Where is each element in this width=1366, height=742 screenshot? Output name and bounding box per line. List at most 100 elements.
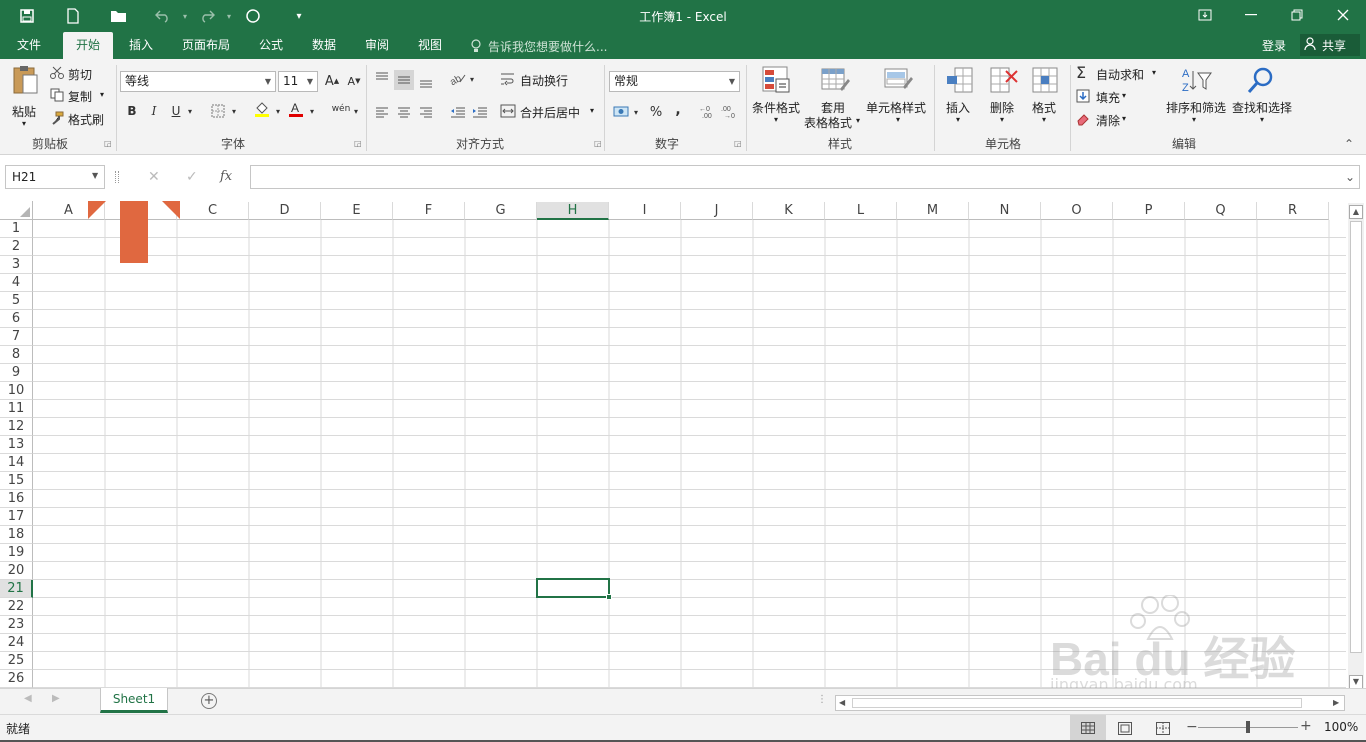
row-header-17[interactable]: 17	[0, 508, 33, 526]
add-sheet-icon[interactable]: +	[201, 693, 217, 709]
currency-icon[interactable]	[612, 102, 632, 122]
column-header-c[interactable]: C	[177, 202, 249, 220]
fill-color-icon[interactable]	[252, 99, 272, 119]
zoom-in-icon[interactable]: +	[1300, 718, 1312, 734]
split-handle-icon[interactable]: ⋮	[817, 694, 827, 705]
align-right-icon[interactable]	[416, 102, 436, 122]
shrink-font-button[interactable]: A ▼	[344, 71, 364, 91]
tab-file[interactable]: 文件	[6, 32, 52, 59]
fill-color-dropdown-icon[interactable]: ▾	[272, 101, 284, 121]
column-header-e[interactable]: E	[321, 202, 393, 220]
vertical-scroll-thumb[interactable]	[1350, 221, 1362, 653]
cancel-icon[interactable]: ✕	[148, 169, 160, 185]
row-header-24[interactable]: 24	[0, 634, 33, 652]
bold-button[interactable]: B	[122, 101, 142, 121]
expand-formula-icon[interactable]: ⌄	[1345, 170, 1355, 184]
merge-center-button[interactable]: 合并后居中 ▾	[500, 102, 600, 122]
row-header-1[interactable]: 1	[0, 220, 33, 238]
row-header-10[interactable]: 10	[0, 382, 33, 400]
sort-filter-button[interactable]: AZ 排序和筛选 ▾	[1164, 63, 1228, 131]
page-break-view-icon[interactable]	[1156, 722, 1170, 738]
page-layout-view-icon[interactable]	[1118, 722, 1132, 738]
row-header-5[interactable]: 5	[0, 292, 33, 310]
row-header-23[interactable]: 23	[0, 616, 33, 634]
align-top-icon[interactable]	[372, 68, 392, 88]
currency-dropdown-icon[interactable]: ▾	[630, 102, 642, 122]
share-button[interactable]: 共享	[1300, 34, 1360, 56]
row-header-2[interactable]: 2	[0, 238, 33, 256]
phonetic-button[interactable]: wén	[330, 99, 352, 119]
check-icon[interactable]: ✓	[186, 169, 198, 185]
format-painter-button[interactable]: 格式刷	[50, 110, 110, 128]
scroll-left-icon[interactable]: ◀	[839, 698, 845, 707]
row-header-22[interactable]: 22	[0, 598, 33, 616]
column-header-i[interactable]: I	[609, 202, 681, 220]
column-header-f[interactable]: F	[393, 202, 465, 220]
column-header-g[interactable]: G	[465, 202, 537, 220]
scroll-down-icon[interactable]: ▼	[1349, 675, 1363, 688]
font-color-icon[interactable]: A	[286, 99, 306, 119]
sheet-tab-sheet1[interactable]: Sheet1	[100, 688, 168, 713]
column-header-n[interactable]: N	[969, 202, 1041, 220]
number-format-select[interactable]: 常规 ▼	[609, 71, 740, 92]
zoom-out-icon[interactable]: −	[1186, 719, 1198, 735]
close-icon[interactable]	[1320, 0, 1366, 30]
horizontal-scroll-thumb[interactable]	[852, 698, 1302, 708]
font-name-select[interactable]: 等线 ▼	[120, 71, 276, 92]
tab-insert[interactable]: 插入	[118, 32, 164, 59]
row-header-26[interactable]: 26	[0, 670, 33, 688]
format-as-table-button[interactable]: 套用 表格格式 ▾	[804, 63, 866, 131]
row-header-4[interactable]: 4	[0, 274, 33, 292]
decrease-indent-icon[interactable]	[448, 102, 468, 122]
comma-button[interactable]: ,	[668, 100, 688, 120]
autosum-button[interactable]: Σ 自动求和 ▾	[1076, 63, 1162, 83]
paste-button[interactable]: 粘贴 ▾	[10, 65, 40, 128]
formula-grip-icon[interactable]	[115, 171, 119, 183]
column-header-h[interactable]: H	[537, 202, 609, 220]
row-header-8[interactable]: 8	[0, 346, 33, 364]
decrease-decimal-icon[interactable]: .00 →0	[720, 102, 740, 122]
cut-button[interactable]: 剪切	[50, 65, 110, 83]
tell-me-box[interactable]: 告诉我您想要做什么...	[488, 38, 607, 55]
alignment-launcher-icon[interactable]: ◲	[594, 139, 602, 148]
column-header-r[interactable]: R	[1257, 202, 1329, 220]
cell-styles-button[interactable]: 单元格样式 ▾	[866, 63, 930, 131]
font-color-dropdown-icon[interactable]: ▾	[306, 101, 318, 121]
italic-button[interactable]: I	[144, 101, 164, 121]
delete-cells-button[interactable]: 删除 ▾	[984, 63, 1024, 131]
column-header-l[interactable]: L	[825, 202, 897, 220]
row-header-12[interactable]: 12	[0, 418, 33, 436]
grow-font-button[interactable]: A ▲	[322, 71, 342, 91]
underline-button[interactable]: U	[166, 101, 186, 121]
fill-button[interactable]: 填充 ▾	[1076, 88, 1146, 106]
tab-data[interactable]: 数据	[302, 32, 346, 59]
wrap-text-button[interactable]: 自动换行	[500, 70, 580, 90]
scroll-up-icon[interactable]: ▲	[1349, 205, 1363, 219]
ribbon-display-icon[interactable]	[1182, 0, 1228, 30]
active-cell[interactable]	[536, 578, 610, 598]
formula-input[interactable]: ⌄	[250, 165, 1360, 189]
align-bottom-icon[interactable]	[416, 72, 436, 92]
normal-view-icon[interactable]	[1070, 715, 1106, 742]
align-middle-icon[interactable]	[394, 70, 414, 90]
zoom-level[interactable]: 100%	[1324, 720, 1358, 734]
tab-page-layout[interactable]: 页面布局	[174, 32, 238, 59]
column-header-m[interactable]: M	[897, 202, 969, 220]
column-header-k[interactable]: K	[753, 202, 825, 220]
borders-icon[interactable]	[208, 101, 228, 121]
column-header-j[interactable]: J	[681, 202, 753, 220]
row-header-11[interactable]: 11	[0, 400, 33, 418]
align-left-icon[interactable]	[372, 102, 392, 122]
row-header-14[interactable]: 14	[0, 454, 33, 472]
row-header-13[interactable]: 13	[0, 436, 33, 454]
row-header-6[interactable]: 6	[0, 310, 33, 328]
next-sheet-icon[interactable]: ▶	[52, 693, 60, 704]
row-header-19[interactable]: 19	[0, 544, 33, 562]
column-header-q[interactable]: Q	[1185, 202, 1257, 220]
format-cells-button[interactable]: 格式 ▾	[1026, 63, 1066, 131]
clear-button[interactable]: 清除 ▾	[1076, 111, 1146, 129]
row-header-9[interactable]: 9	[0, 364, 33, 382]
find-select-button[interactable]: 查找和选择 ▾	[1230, 63, 1294, 131]
phonetic-dropdown-icon[interactable]: ▾	[350, 101, 362, 121]
login-link[interactable]: 登录	[1262, 37, 1286, 54]
